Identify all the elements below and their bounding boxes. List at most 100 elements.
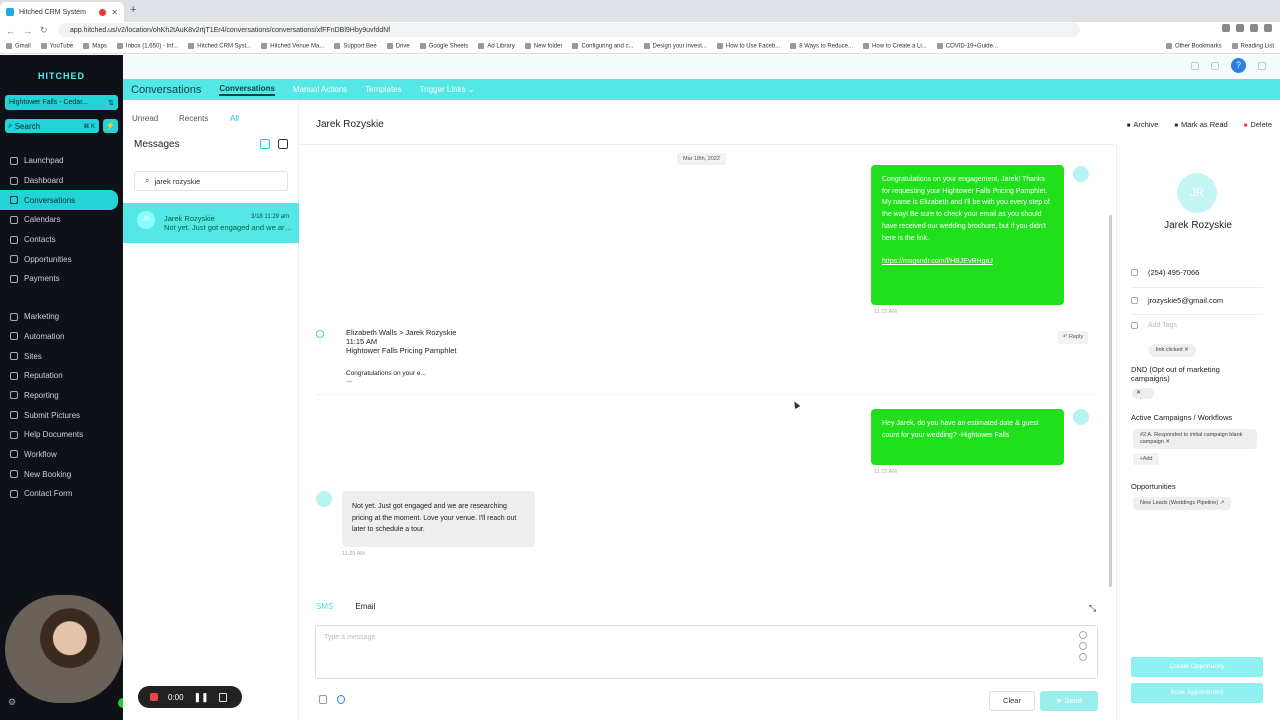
delete-button[interactable]: Delete	[1244, 120, 1272, 129]
phone-icon[interactable]	[1191, 61, 1199, 70]
tab-email[interactable]: Email	[355, 602, 375, 611]
forward-icon[interactable]: →	[23, 26, 32, 36]
extension-icon[interactable]	[1250, 24, 1258, 32]
help-icon[interactable]: ?	[1231, 58, 1246, 73]
bookmark[interactable]: Inbox (1,650) - Inf...	[117, 43, 178, 49]
trash-icon[interactable]	[218, 692, 227, 702]
add-campaign-button[interactable]: +Add	[1133, 453, 1159, 465]
template-icon[interactable]	[319, 695, 327, 704]
stop-recording-icon[interactable]	[150, 693, 158, 701]
opportunity-chip[interactable]: New Leads (Weddings Pipeline) ↗	[1133, 497, 1232, 510]
reading-list[interactable]: Reading List	[1232, 43, 1274, 50]
pause-icon[interactable]: ❚❚	[194, 692, 209, 703]
quick-action-bolt-icon[interactable]: ⚡	[103, 119, 118, 133]
chat-scrollbar[interactable]	[1109, 215, 1112, 587]
sidebar-item-help-documents[interactable]: Help Documents	[0, 425, 123, 445]
ai-icon[interactable]	[1079, 631, 1087, 639]
remove-tag-icon[interactable]: ✕	[1184, 347, 1189, 353]
tab-templates[interactable]: Templates	[365, 85, 401, 94]
mark-as-read-button[interactable]: Mark as Read	[1174, 120, 1228, 129]
bookmark[interactable]: Hitched Venue Ma...	[261, 43, 324, 49]
bookmark[interactable]: How to Create a Li...	[863, 43, 927, 49]
collapse-icon[interactable]: ⤡	[1089, 603, 1096, 614]
bookmark[interactable]: 8 Ways to Reduce...	[790, 43, 853, 49]
contact-email[interactable]: jrozyskie5@gmail.com	[1131, 296, 1223, 305]
bookmark[interactable]: Support Bee	[334, 43, 376, 49]
new-tab-button[interactable]: +	[130, 4, 136, 16]
more-dots-icon[interactable]: •••	[346, 380, 352, 386]
back-icon[interactable]: ←	[6, 26, 15, 36]
notes-icon[interactable]	[1211, 61, 1219, 70]
bookmark[interactable]: Drive	[387, 43, 410, 49]
sidebar-item-calendars[interactable]: Calendars	[0, 210, 123, 230]
message-input[interactable]: Type a message	[315, 625, 1098, 679]
send-button[interactable]: ➤ Send	[1040, 691, 1098, 711]
tab-sms[interactable]: SMS	[316, 602, 333, 611]
tag-chip[interactable]: link clicked ✕	[1149, 344, 1196, 357]
profile-icon[interactable]	[1264, 24, 1272, 32]
menu-icon[interactable]	[1258, 61, 1266, 70]
sidebar-item-contacts[interactable]: Contacts	[0, 230, 123, 250]
compose-icon[interactable]	[278, 139, 288, 149]
sidebar-item-payments[interactable]: Payments	[0, 269, 123, 289]
reload-icon[interactable]: ↻	[40, 25, 48, 36]
external-link-icon[interactable]: ↗	[1220, 500, 1225, 506]
message-link[interactable]: https://msgsndr.com/l/HBJEvRHgaJ	[882, 256, 1053, 268]
sidebar-item-sites[interactable]: Sites	[0, 346, 123, 366]
reply-button[interactable]: ↶ Reply	[1058, 331, 1088, 344]
sidebar-item-submit-pictures[interactable]: Submit Pictures	[0, 405, 123, 425]
sidebar-item-new-booking[interactable]: New Booking	[0, 464, 123, 484]
bookmark[interactable]: Hitched CRM Syst...	[188, 43, 251, 49]
clear-button[interactable]: Clear	[989, 691, 1035, 711]
extension-icon[interactable]	[1236, 24, 1244, 32]
sidebar-item-conversations[interactable]: Conversations	[0, 190, 118, 211]
sidebar-item-dashboard[interactable]: Dashboard	[0, 171, 123, 191]
conversation-search-input[interactable]: ⌕ jarek rozyskie	[134, 171, 288, 191]
bookmark[interactable]: Google Sheets	[420, 43, 469, 49]
campaign-chip[interactable]: #2 A. Responded to initial campaign blan…	[1133, 429, 1257, 449]
bookmark[interactable]: Ad Library	[478, 43, 514, 49]
sidebar-item-launchpad[interactable]: Launchpad	[0, 151, 123, 171]
contact-phone[interactable]: (254) 495-7066	[1131, 268, 1199, 277]
extension-icon[interactable]	[1222, 24, 1230, 32]
dnd-toggle[interactable]: ✕	[1132, 388, 1154, 399]
bookmark[interactable]: How to Use Faceb...	[717, 43, 780, 49]
conversation-list-item[interactable]: JR Jarek Rozyskie 3/18 11:29 am Not yet.…	[123, 203, 299, 243]
close-tab-icon[interactable]: ✕	[111, 8, 118, 17]
tab-conversations[interactable]: Conversations	[219, 84, 275, 96]
archive-button[interactable]: Archive	[1127, 120, 1158, 129]
book-appointment-button[interactable]: Book Appointment	[1131, 683, 1263, 703]
bookmark[interactable]: Configuring and c...	[572, 43, 633, 49]
add-tags-input[interactable]: Add Tags	[1148, 322, 1177, 329]
bookmark[interactable]: Design your invest...	[644, 43, 707, 49]
email-body-preview[interactable]: Congratulations on your e...	[346, 370, 426, 377]
bookmark[interactable]: COVID-19+Guide...	[937, 43, 998, 49]
filter-all[interactable]: All	[230, 114, 239, 123]
remove-campaign-icon[interactable]: ✕	[1165, 439, 1170, 445]
attachment-icon[interactable]	[1079, 642, 1087, 650]
bookmark[interactable]: Gmail	[6, 43, 31, 49]
emoji-icon[interactable]	[1079, 653, 1087, 661]
sidebar-item-reputation[interactable]: Reputation	[0, 366, 123, 386]
bookmark[interactable]: New folder	[525, 43, 563, 49]
sidebar-item-opportunities[interactable]: Opportunities	[0, 249, 123, 269]
settings-gear-icon[interactable]: ⚙	[8, 697, 16, 708]
tab-manual-actions[interactable]: Manual Actions	[293, 85, 347, 94]
filter-icon[interactable]	[260, 139, 270, 149]
filter-recents[interactable]: Recents	[179, 114, 208, 123]
sidebar-item-workflow[interactable]: Workflow	[0, 445, 123, 465]
other-bookmarks[interactable]: Other Bookmarks	[1166, 43, 1222, 50]
sidebar-item-automation[interactable]: Automation	[0, 327, 123, 347]
tab-trigger-links[interactable]: Trigger Links ⌄	[420, 85, 475, 94]
bookmark[interactable]: Maps	[83, 43, 107, 49]
sidebar-item-reporting[interactable]: Reporting	[0, 386, 123, 406]
dollar-icon[interactable]	[337, 695, 345, 704]
location-switcher[interactable]: Hightower Falls - Cedar... ⇅	[5, 95, 118, 110]
create-opportunity-button[interactable]: Create Opportunity	[1131, 657, 1263, 677]
sidebar-search[interactable]: ⌕ Search ⌘ K	[5, 119, 99, 133]
filter-unread[interactable]: Unread	[132, 114, 158, 123]
sidebar-item-contact-form[interactable]: Contact Form	[0, 484, 123, 504]
address-bar[interactable]: app.hitched.us/v2/location/ohKh2tAuK8v2r…	[58, 23, 1080, 37]
sidebar-item-marketing[interactable]: Marketing	[0, 307, 123, 327]
browser-tab[interactable]: Hitched CRM System ✕	[0, 2, 124, 22]
